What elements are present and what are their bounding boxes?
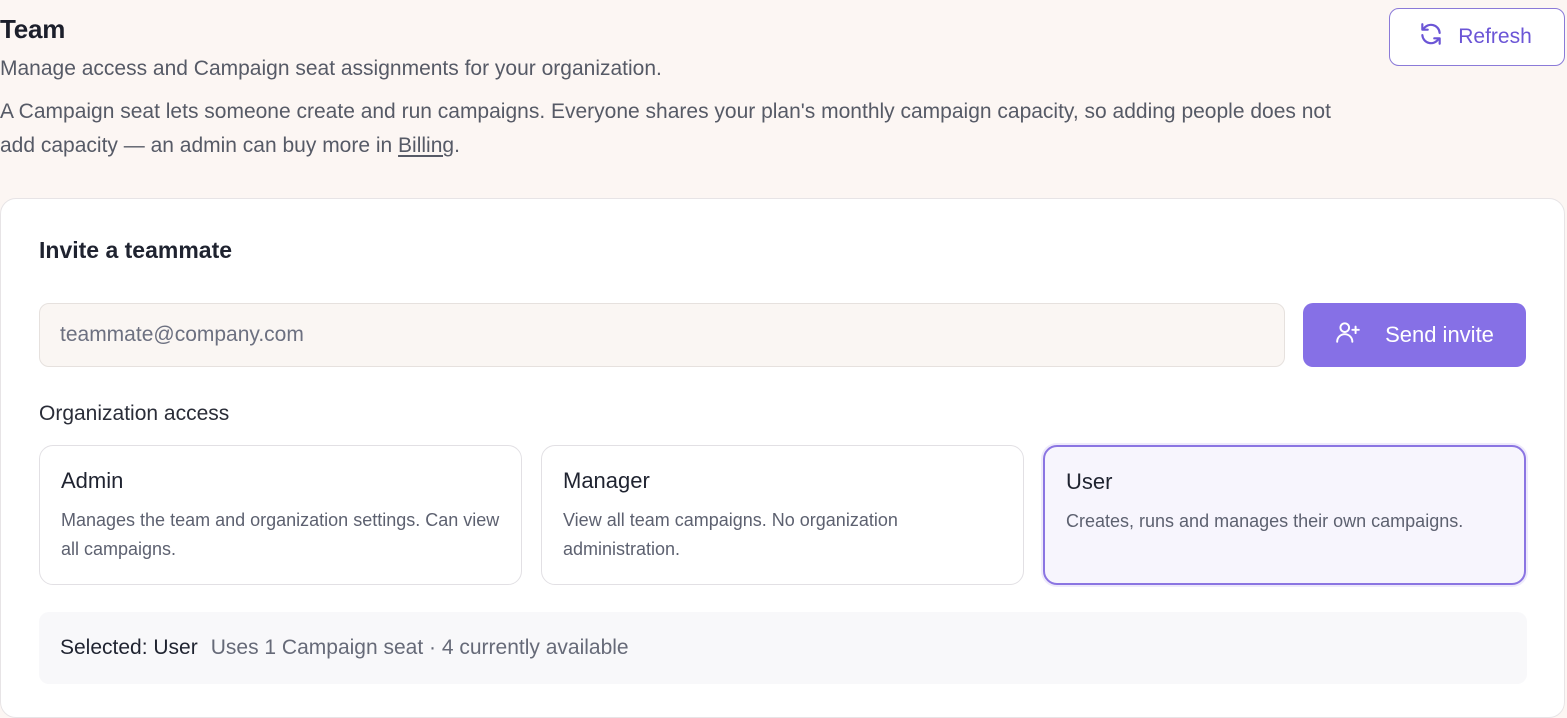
role-name: Manager [563,468,650,493]
seat-availability-text: Uses 1 Campaign seat · 4 currently avail… [210,636,629,659]
page-title: Team [0,14,66,44]
invite-card: Invite a teammate Send invite Organizati… [0,198,1565,718]
invite-title: Invite a teammate [39,237,233,263]
billing-link[interactable]: Billing [398,134,454,157]
role-name: Admin [61,468,124,493]
selection-summary: Selected: User Uses 1 Campaign seat · 4 … [39,612,1527,684]
email-input[interactable] [39,303,1285,367]
send-invite-button[interactable]: Send invite [1303,303,1526,367]
user-plus-icon [1335,319,1361,351]
refresh-icon [1418,21,1444,53]
description-end: . [454,134,460,157]
send-invite-label: Send invite [1385,322,1494,347]
page-description: A Campaign seat lets someone create and … [0,95,1370,163]
role-name: User [1066,469,1113,494]
organization-access-label: Organization access [39,402,230,425]
refresh-button[interactable]: Refresh [1389,8,1565,66]
page-subtitle: Manage access and Campaign seat assignme… [0,57,662,80]
refresh-label: Refresh [1458,25,1532,48]
role-option-admin[interactable]: Admin Manages the team and organization … [39,445,522,585]
role-description: Manages the team and organization settin… [61,510,500,559]
selected-role-text: Selected: User [60,636,198,659]
description-text: A Campaign seat lets someone create and … [0,100,1331,157]
role-description: Creates, runs and manages their own camp… [1066,511,1464,531]
role-option-user[interactable]: User Creates, runs and manages their own… [1043,445,1526,585]
role-options: Admin Manages the team and organization … [39,445,1527,585]
role-option-manager[interactable]: Manager View all team campaigns. No orga… [541,445,1024,585]
role-description: View all team campaigns. No organization… [563,510,898,559]
